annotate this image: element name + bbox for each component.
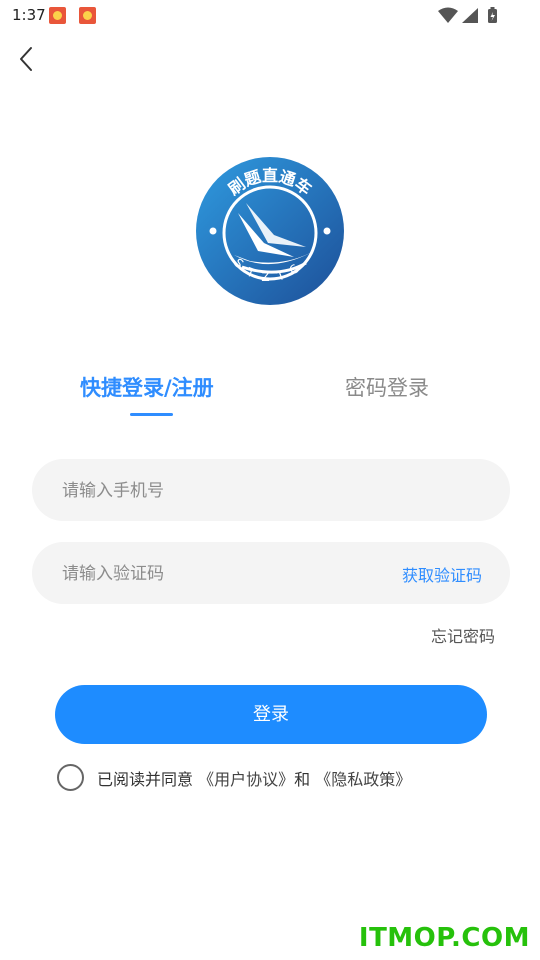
- signal-icon: [462, 8, 478, 23]
- agreement-prefix: 已阅读并同意: [97, 770, 194, 789]
- tab-password-login[interactable]: 密码登录: [345, 372, 429, 402]
- app-logo: 刷题直通车 STZTC: [196, 157, 344, 305]
- phone-input[interactable]: [60, 459, 384, 523]
- forgot-password-link[interactable]: 忘记密码: [431, 623, 495, 647]
- back-button[interactable]: [12, 44, 42, 74]
- system-status-icons: [438, 7, 497, 23]
- verification-code-input[interactable]: [60, 542, 384, 606]
- verification-code-field: 获取验证码: [32, 542, 510, 606]
- phone-field: [32, 459, 510, 523]
- status-bar: 1:37: [0, 0, 540, 30]
- chevron-left-icon: [20, 47, 32, 71]
- wifi-icon: [438, 7, 458, 23]
- status-time: 1:37: [12, 6, 46, 24]
- privacy-policy-link[interactable]: 《隐私政策》: [315, 770, 411, 789]
- agreement-text: 已阅读并同意 《用户协议》和 《隐私政策》: [97, 766, 411, 790]
- tab-quick-login[interactable]: 快捷登录/注册: [80, 372, 214, 402]
- notification-icon: [79, 7, 96, 24]
- login-button[interactable]: 登录: [55, 685, 487, 744]
- agreement-and: 和: [294, 770, 311, 789]
- active-tab-indicator: [130, 413, 173, 416]
- agreement-checkbox[interactable]: [57, 764, 84, 791]
- user-agreement-link[interactable]: 《用户协议》: [198, 770, 294, 789]
- get-code-button[interactable]: 获取验证码: [402, 562, 482, 586]
- watermark: ITMOP.COM: [358, 923, 530, 953]
- notification-icon: [49, 7, 66, 24]
